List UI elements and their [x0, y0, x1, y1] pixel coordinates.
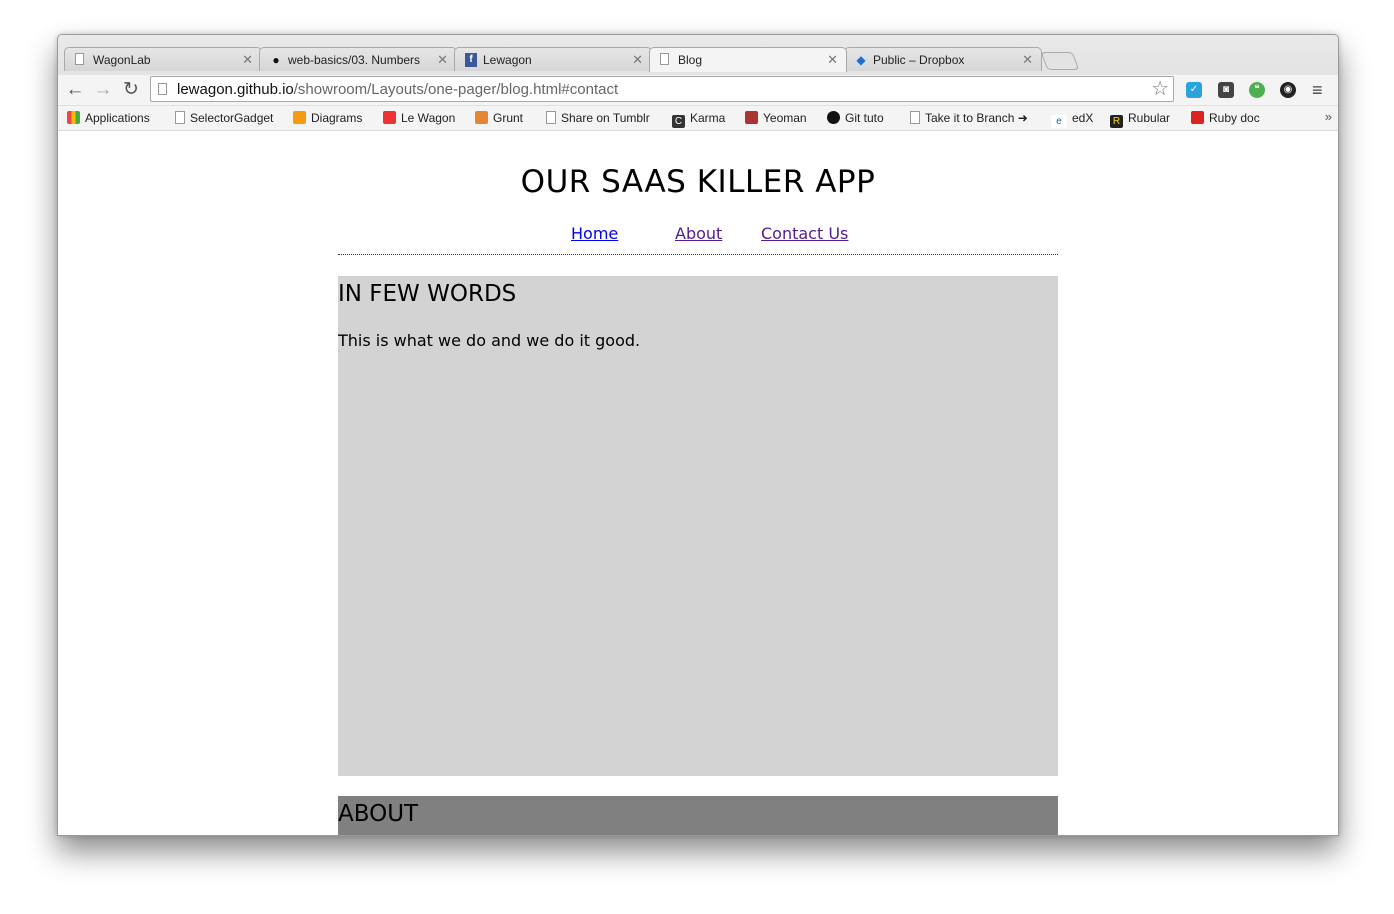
close-icon[interactable]: ✕	[632, 52, 643, 68]
bookmark-yeoman[interactable]: Yeoman	[745, 110, 807, 126]
facebook-icon: f	[465, 53, 477, 67]
hangouts-extension-icon[interactable]: ❝	[1249, 82, 1265, 98]
bookmark-label: Diagrams	[311, 111, 363, 125]
more-bookmarks-icon[interactable]: »	[1325, 109, 1332, 124]
tab-title: web-basics/03. Numbers	[288, 53, 421, 67]
rubular-icon: R	[1110, 115, 1123, 128]
nav-link-about[interactable]: About	[675, 224, 722, 243]
url-path: /showroom/Layouts/one-pager/blog.html#co…	[293, 81, 619, 98]
tab-title: Lewagon	[483, 53, 532, 67]
bookmark-rubular[interactable]: R Rubular	[1110, 110, 1171, 128]
tab-dropbox[interactable]: ◆ Public – Dropbox ✕	[844, 47, 1042, 71]
yeoman-icon	[745, 111, 758, 124]
bookmark-label: SelectorGadget	[190, 111, 274, 125]
lewagon-icon	[383, 111, 396, 124]
section-in-few-words: IN FEW WORDS This is what we do and we d…	[338, 276, 1058, 776]
bookmark-git-tuto[interactable]: Git tuto	[827, 110, 884, 126]
url-host: lewagon.github.io	[177, 81, 294, 98]
bookmark-karma[interactable]: C Karma	[672, 110, 726, 128]
back-arrow-icon[interactable]: ←	[64, 79, 86, 101]
bookmark-take-it-to-branch[interactable]: Take it to Branch ➜	[910, 110, 1028, 126]
bookmark-le-wagon[interactable]: Le Wagon	[383, 110, 455, 126]
nav-link-home[interactable]: Home	[571, 224, 618, 243]
bookmark-share-tumblr[interactable]: Share on Tumblr	[546, 110, 650, 126]
bookmark-selectorgadget[interactable]: SelectorGadget	[175, 110, 273, 126]
tab-lewagon[interactable]: f Lewagon ✕	[454, 47, 652, 71]
bookmark-applications[interactable]: Applications	[67, 110, 150, 126]
color-picker-extension-icon[interactable]: ◉	[1280, 82, 1296, 98]
diagrams-icon	[293, 111, 306, 124]
page-icon	[158, 83, 167, 95]
bookmark-label: Ruby doc	[1209, 111, 1260, 125]
tab-title: Public – Dropbox	[873, 53, 965, 67]
url-text[interactable]: lewagon.github.io/showroom/Layouts/one-p…	[177, 81, 618, 98]
bookmark-label: Take it to Branch ➜	[925, 111, 1028, 125]
bookmark-grunt[interactable]: Grunt	[475, 110, 523, 126]
tab-blog[interactable]: Blog ✕	[649, 47, 847, 72]
bookmarks-bar: Applications SelectorGadget Diagrams Le …	[58, 106, 1338, 130]
tab-title: WagonLab	[93, 53, 151, 67]
forward-arrow-icon[interactable]: →	[92, 79, 114, 101]
page-icon	[546, 111, 556, 124]
bookmark-label: edX	[1072, 111, 1094, 125]
bookmark-label: Grunt	[493, 111, 524, 125]
bookmark-label: Git tuto	[845, 111, 884, 125]
github-icon: ●	[272, 53, 280, 67]
apps-grid-icon	[67, 111, 80, 124]
github-icon	[827, 111, 840, 124]
reload-icon[interactable]: ↻	[120, 79, 142, 101]
ruby-icon	[1191, 111, 1204, 124]
bookmark-ruby-doc[interactable]: Ruby doc	[1191, 110, 1260, 126]
close-icon[interactable]: ✕	[242, 52, 253, 68]
bookmark-label: Le Wagon	[401, 111, 456, 125]
bookmark-diagrams[interactable]: Diagrams	[293, 110, 362, 126]
bookmark-label: Rubular	[1128, 111, 1171, 125]
nav-link-contact[interactable]: Contact Us	[761, 224, 848, 243]
browser-toolbar: ← → ↻ lewagon.github.io/showroom/Layouts…	[58, 75, 1338, 105]
tab-title: Blog	[678, 53, 703, 67]
page-icon	[660, 53, 669, 65]
browser-window: WagonLab ✕ ● web-basics/03. Numbers ✕ f …	[57, 34, 1339, 836]
bookmark-label: Yeoman	[763, 111, 807, 125]
bookmark-edx[interactable]: e edX	[1051, 110, 1094, 128]
page-icon	[910, 111, 920, 124]
close-icon[interactable]: ✕	[827, 52, 838, 68]
page-viewport[interactable]: OUR SAAS KILLER APP Home About Contact U…	[58, 131, 1338, 835]
grunt-icon	[475, 111, 488, 124]
section-body: This is what we do and we do it good.	[338, 331, 641, 350]
tab-web-basics[interactable]: ● web-basics/03. Numbers ✕	[259, 47, 457, 71]
page-icon	[75, 53, 84, 65]
browser-chrome: WagonLab ✕ ● web-basics/03. Numbers ✕ f …	[58, 35, 1338, 132]
check-extension-icon[interactable]: ✓	[1186, 82, 1202, 98]
new-tab-button[interactable]	[1040, 52, 1080, 70]
page-icon	[175, 111, 185, 124]
tab-strip: WagonLab ✕ ● web-basics/03. Numbers ✕ f …	[58, 35, 1338, 75]
section-heading: ABOUT	[338, 801, 419, 827]
bookmark-label: Applications	[85, 111, 150, 125]
section-heading: IN FEW WORDS	[338, 281, 517, 307]
dropbox-icon: ◆	[856, 53, 866, 67]
page-title: OUR SAAS KILLER APP	[520, 164, 876, 200]
mask-extension-icon[interactable]: ◙	[1218, 82, 1234, 98]
section-about: ABOUT	[338, 796, 1058, 835]
tab-wagonlab[interactable]: WagonLab ✕	[64, 47, 262, 71]
close-icon[interactable]: ✕	[437, 52, 448, 68]
karma-icon: C	[672, 115, 685, 128]
bookmark-label: Karma	[690, 111, 726, 125]
address-bar[interactable]: lewagon.github.io/showroom/Layouts/one-p…	[150, 76, 1174, 102]
edx-icon: e	[1051, 115, 1067, 128]
bookmark-label: Share on Tumblr	[561, 111, 650, 125]
menu-icon[interactable]: ≡	[1312, 80, 1323, 100]
site-nav: Home About Contact Us	[338, 224, 1058, 255]
bookmark-star-icon[interactable]: ☆	[1151, 78, 1169, 100]
close-icon[interactable]: ✕	[1022, 52, 1033, 68]
